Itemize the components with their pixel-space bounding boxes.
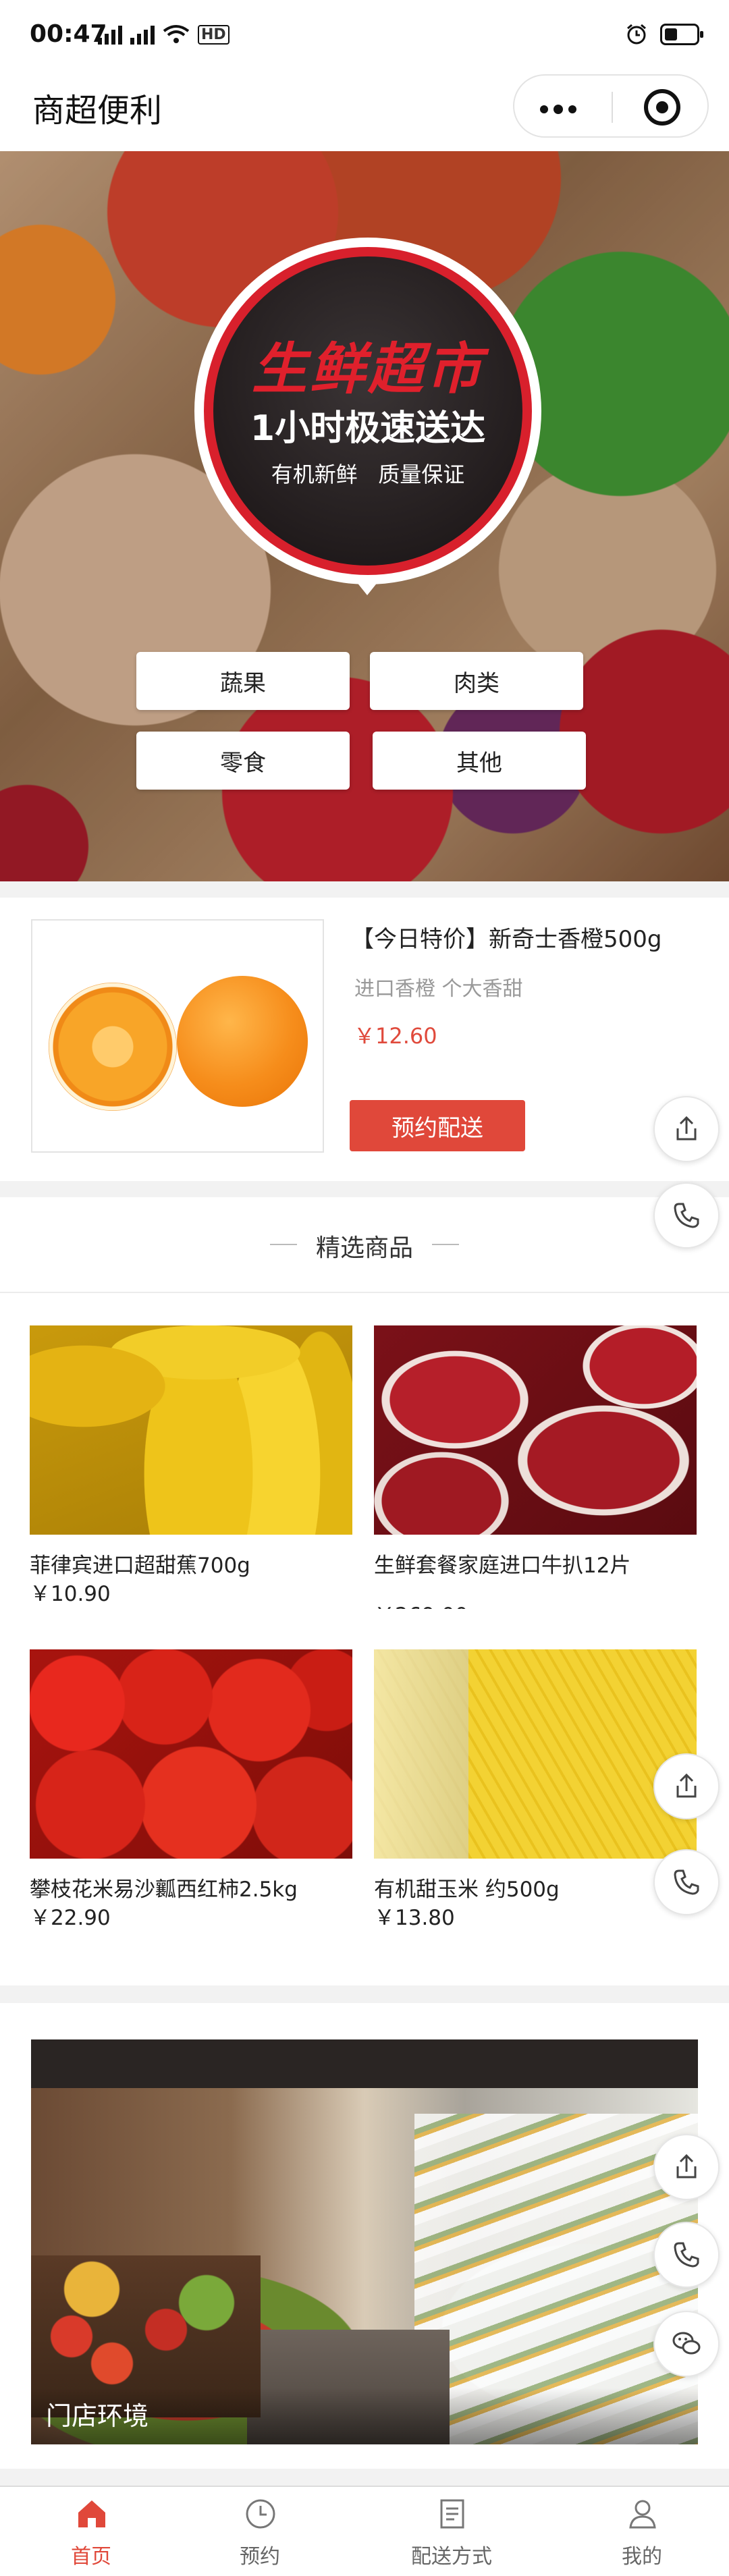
- tab-label: 配送方式: [411, 2545, 492, 2569]
- call-button[interactable]: [653, 1182, 720, 1249]
- reserve-delivery-button[interactable]: 预约配送: [350, 1100, 525, 1151]
- product-card[interactable]: 菲律宾进口超甜蕉700g ￥10.90: [30, 1325, 352, 1606]
- tab-label: 预约: [240, 2545, 280, 2569]
- product-image[interactable]: [30, 1649, 352, 1859]
- phone-icon: [674, 1203, 699, 1228]
- promo-badge: 生鲜超市 1小时极速送达 有机新鲜 质量保证: [194, 238, 541, 595]
- tab-bar: 首页 预约 配送方式 我的: [0, 2486, 729, 2576]
- tab-profile[interactable]: 我的: [551, 2487, 729, 2576]
- signal-icon: [98, 26, 122, 45]
- tab-home[interactable]: 首页: [0, 2487, 182, 2576]
- hero-banner: 生鲜超市 1小时极速送达 有机新鲜 质量保证 蔬果 肉类 零食 其他: [0, 151, 729, 881]
- tab-reservation[interactable]: 预约: [169, 2487, 351, 2576]
- store-image[interactable]: 门店环境: [31, 2039, 698, 2444]
- share-icon: [676, 2154, 697, 2178]
- deal-title[interactable]: 【今日特价】新奇士香橙500g: [351, 921, 662, 954]
- tab-label: 我的: [622, 2545, 662, 2569]
- product-name: 菲律宾进口超甜蕉700g: [30, 1554, 250, 1578]
- category-button-snacks[interactable]: 零食: [136, 732, 350, 790]
- signal-icons: HD: [98, 24, 230, 45]
- product-name: 生鲜套餐家庭进口牛扒12片: [374, 1554, 631, 1578]
- nav-bar: 商超便利: [0, 67, 729, 151]
- product-grid: 菲律宾进口超甜蕉700g ￥10.90 生鲜套餐家庭进口牛扒12片 ￥269.0…: [0, 1293, 729, 1985]
- deal-price: ￥12.60: [354, 1023, 437, 1049]
- product-name: 有机甜玉米 约500g: [374, 1878, 560, 1902]
- store-section: 门店环境: [0, 2003, 729, 2469]
- product-price: ￥10.90: [30, 1582, 111, 1606]
- share-button[interactable]: [653, 1096, 720, 1162]
- page-title: 商超便利: [32, 92, 163, 130]
- product-card[interactable]: 生鲜套餐家庭进口牛扒12片 ￥269.00: [374, 1325, 697, 1609]
- product-price: ￥22.90: [30, 1906, 111, 1930]
- divider: [0, 1985, 729, 2003]
- home-icon: [78, 2500, 105, 2527]
- tab-label: 首页: [71, 2545, 111, 2569]
- product-image[interactable]: [30, 1325, 352, 1535]
- product-name: 攀枝花米易沙瓤西红柿2.5kg: [30, 1878, 298, 1902]
- product-price: ￥13.80: [374, 1906, 455, 1930]
- product-price: ￥269.00: [374, 1598, 468, 1609]
- tab-delivery-method[interactable]: 配送方式: [360, 2487, 543, 2576]
- badge-title: 生鲜超市: [252, 337, 484, 402]
- product-image[interactable]: [374, 1325, 697, 1535]
- phone-icon: [674, 1869, 699, 1895]
- daily-deal-card[interactable]: 【今日特价】新奇士香橙500g 进口香橙 个大香甜 ￥12.60 预约配送: [0, 898, 729, 1181]
- share-icon: [676, 1116, 697, 1141]
- deal-subtitle: 进口香橙 个大香甜: [354, 977, 523, 1001]
- badge-subtitle: 1小时极速送达: [250, 408, 486, 449]
- battery-icon: [660, 24, 703, 45]
- status-bar: 00:47 HD: [0, 0, 729, 67]
- section-title: 精选商品: [315, 1234, 413, 1262]
- share-button[interactable]: [653, 2134, 720, 2200]
- product-card[interactable]: 攀枝花米易沙瓤西红柿2.5kg ￥22.90: [30, 1649, 352, 1930]
- category-button-meat[interactable]: 肉类: [370, 652, 583, 710]
- category-button-fruits-veg[interactable]: 蔬果: [136, 652, 350, 710]
- signal-icon: [130, 26, 155, 45]
- clock-icon: [246, 2499, 275, 2529]
- alarm-icon: [627, 24, 646, 45]
- wifi-icon: [163, 25, 190, 43]
- more-icon[interactable]: [540, 105, 576, 114]
- mini-program-capsule: [513, 74, 709, 138]
- share-button[interactable]: [653, 1753, 720, 1819]
- store-caption: 门店环境: [46, 2401, 149, 2431]
- deal-product-image[interactable]: [31, 919, 324, 1153]
- product-image[interactable]: [374, 1649, 697, 1859]
- close-target-icon[interactable]: [644, 89, 680, 126]
- product-card[interactable]: 有机甜玉米 约500g ￥13.80: [374, 1649, 697, 1930]
- hd-icon: HD: [198, 25, 230, 45]
- badge-tagline: 有机新鲜 质量保证: [271, 462, 465, 487]
- document-icon: [440, 2499, 464, 2529]
- featured-section-header: 精选商品: [0, 1197, 729, 1292]
- wechat-contact-button[interactable]: [653, 2311, 720, 2377]
- call-button[interactable]: [653, 2222, 720, 2288]
- divider: [432, 1244, 459, 1245]
- category-button-other[interactable]: 其他: [373, 732, 586, 790]
- chat-icon: [672, 2332, 701, 2355]
- phone-icon: [674, 2242, 699, 2268]
- share-icon: [676, 1773, 697, 1798]
- user-icon: [629, 2500, 656, 2529]
- call-button[interactable]: [653, 1849, 720, 1915]
- status-time: 00:47: [30, 20, 107, 48]
